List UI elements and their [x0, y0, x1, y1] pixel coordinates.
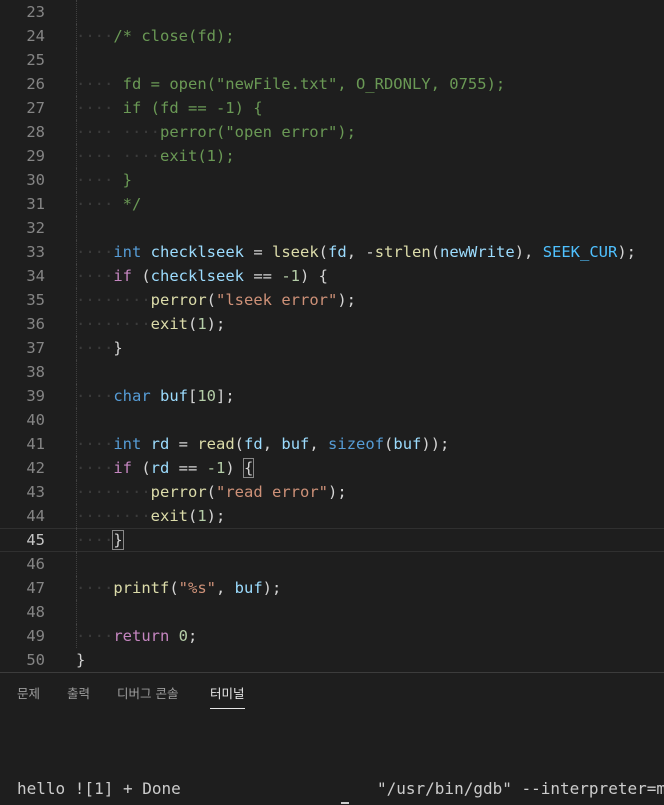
indent-guide [76, 48, 77, 72]
code-line[interactable]: 41 ····int rd = read(fd, buf, sizeof(buf)… [0, 432, 664, 456]
code-text: ········perror("lseek error"); [76, 291, 356, 309]
line-number[interactable]: 37 [0, 336, 45, 360]
code-line[interactable]: 47 ····printf("%s", buf); [0, 576, 664, 600]
code-line[interactable]: 28 ···· ····perror("open error"); [0, 120, 664, 144]
line-number[interactable]: 24 [0, 24, 45, 48]
line-number[interactable]: 31 [0, 192, 45, 216]
code-text: ····} [76, 530, 124, 550]
line-number[interactable]: 42 [0, 456, 45, 480]
code-line[interactable]: 26 ···· fd = open("newFile.txt", O_RDONLY… [0, 72, 664, 96]
code-line[interactable]: 39 ····char buf[10]; [0, 384, 664, 408]
code-line[interactable]: 44 ········exit(1); [0, 504, 664, 528]
code-text: ····if (checklseek == -1) { [76, 267, 328, 285]
line-number[interactable]: 34 [0, 264, 45, 288]
code-text: ····printf("%s", buf); [76, 579, 282, 597]
line-number[interactable]: 29 [0, 144, 45, 168]
line-number[interactable]: 28 [0, 120, 45, 144]
line-number[interactable]: 27 [0, 96, 45, 120]
code-line[interactable]: 40 [0, 408, 664, 432]
code-line[interactable]: 38 [0, 360, 664, 384]
code-line[interactable]: 34 ····if (checklseek == -1) { [0, 264, 664, 288]
code-line[interactable]: 36 ········exit(1); [0, 312, 664, 336]
code-line[interactable]: 32 [0, 216, 664, 240]
code-text: ···· if (fd == -1) { [76, 99, 263, 117]
line-number[interactable]: 41 [0, 432, 45, 456]
code-line[interactable]: 37 ····} [0, 336, 664, 360]
code-text: } [76, 651, 86, 669]
code-text: ····} [76, 339, 123, 357]
line-number[interactable]: 35 [0, 288, 45, 312]
code-text: ········exit(1); [76, 507, 226, 525]
line-number[interactable]: 47 [0, 576, 45, 600]
code-text: ···· } [76, 171, 132, 189]
tab-output[interactable]: 출력 [67, 683, 90, 708]
code-text: ········exit(1); [76, 315, 226, 333]
line-number[interactable]: 40 [0, 408, 45, 432]
tab-problems[interactable]: 문제 [17, 683, 40, 708]
code-line[interactable]: 33 ····int checklseek = lseek(fd, -strlen… [0, 240, 664, 264]
code-text: ···· ····perror("open error"); [76, 123, 356, 141]
code-line[interactable]: 27 ···· if (fd == -1) { [0, 96, 664, 120]
line-number[interactable]: 45 [0, 528, 45, 552]
code-text: ····/* close(fd); [76, 27, 235, 45]
line-number[interactable]: 32 [0, 216, 45, 240]
indent-guide [76, 408, 77, 432]
indent-guide [76, 552, 77, 576]
terminal-output[interactable]: hello ![1] + Done [17, 777, 181, 801]
code-line[interactable]: 30 ···· } [0, 168, 664, 192]
code-text: ····char buf[10]; [76, 387, 235, 405]
code-text: ····int rd = read(fd, buf, sizeof(buf)); [76, 435, 450, 453]
code-editor[interactable]: 23 24 ····/* close(fd); 25 26 ···· fd = open(… [0, 0, 664, 672]
line-number[interactable]: 43 [0, 480, 45, 504]
line-number[interactable]: 48 [0, 600, 45, 624]
code-line[interactable]: 25 [0, 48, 664, 72]
code-text: ····int checklseek = lseek(fd, -strlen(n… [76, 243, 637, 261]
line-number[interactable]: 46 [0, 552, 45, 576]
tab-debug-console[interactable]: 디버그 콘솔 [117, 683, 178, 708]
tab-terminal[interactable]: 터미널 [210, 683, 245, 709]
line-number[interactable]: 39 [0, 384, 45, 408]
bottom-panel: 문제 출력 디버그 콘솔 터미널 hello ![1] + Done "/usr… [0, 672, 664, 805]
code-line[interactable]: 31 ···· */ [0, 192, 664, 216]
code-line[interactable]: 43 ········perror("read error"); [0, 480, 664, 504]
code-line[interactable]: 29 ···· ····exit(1); [0, 144, 664, 168]
terminal-command: "/usr/bin/gdb" --interpreter=mi [377, 779, 664, 798]
code-line[interactable]: 42 ····if (rd == -1) { [0, 456, 664, 480]
line-number[interactable]: 44 [0, 504, 45, 528]
line-number[interactable]: 25 [0, 48, 45, 72]
code-text: ····if (rd == -1) { [76, 458, 255, 478]
code-line[interactable]: 45 ····} [0, 528, 664, 552]
line-number[interactable]: 50 [0, 648, 45, 672]
code-text: ···· */ [76, 195, 142, 213]
line-number[interactable]: 36 [0, 312, 45, 336]
line-number[interactable]: 30 [0, 168, 45, 192]
code-line[interactable]: 48 [0, 600, 664, 624]
code-line[interactable]: 49 ····return 0; [0, 624, 664, 648]
code-line[interactable]: 24 ····/* close(fd); [0, 24, 664, 48]
line-number[interactable]: 23 [0, 0, 45, 24]
indent-guide [76, 0, 77, 24]
code-text: ····return 0; [76, 627, 198, 645]
indent-guide [76, 360, 77, 384]
line-number[interactable]: 33 [0, 240, 45, 264]
line-number[interactable]: 26 [0, 72, 45, 96]
code-text: ···· ····exit(1); [76, 147, 235, 165]
line-number[interactable]: 49 [0, 624, 45, 648]
code-line[interactable]: 23 [0, 0, 664, 24]
code-line[interactable]: 46 [0, 552, 664, 576]
indent-guide [76, 216, 77, 240]
code-line[interactable]: 35 ········perror("lseek error"); [0, 288, 664, 312]
code-text: ···· fd = open("newFile.txt", O_RDONLY, … [76, 75, 506, 93]
line-number[interactable]: 38 [0, 360, 45, 384]
code-line[interactable]: 50} [0, 648, 664, 672]
indent-guide [76, 600, 77, 624]
code-text: ········perror("read error"); [76, 483, 347, 501]
